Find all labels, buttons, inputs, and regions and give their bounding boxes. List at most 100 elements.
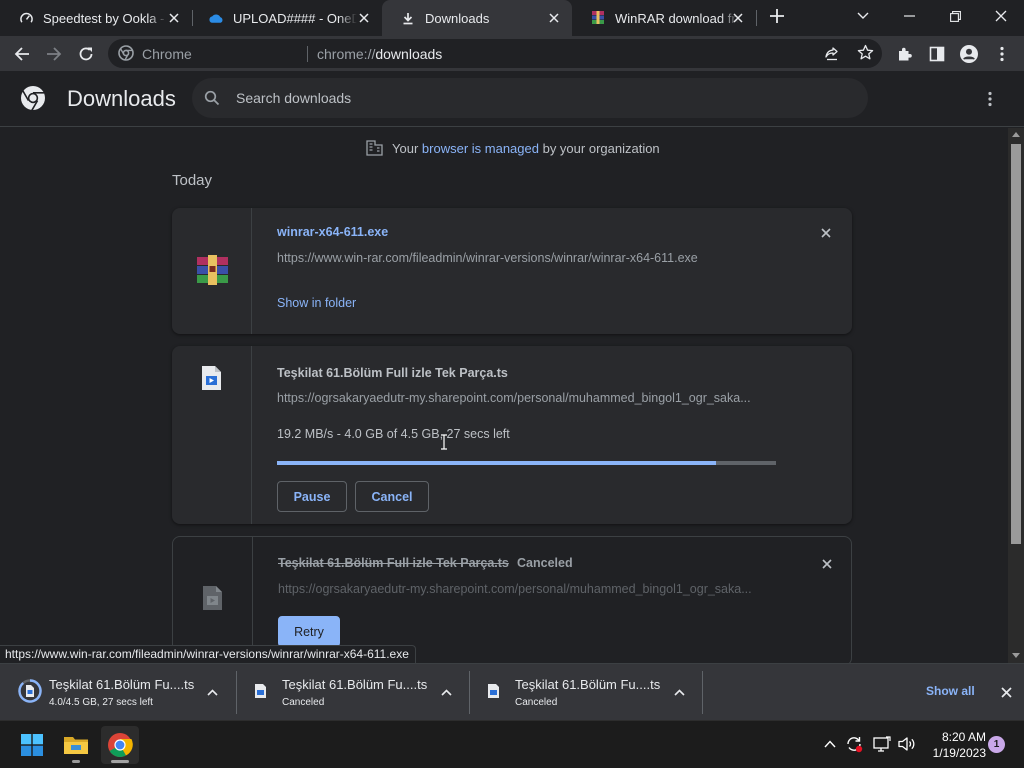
close-tab-icon[interactable] <box>730 10 746 26</box>
download-card: winrar-x64-611.exe https://www.win-rar.c… <box>172 208 852 334</box>
tab-title: UPLOAD#### - OneDrive <box>233 10 357 26</box>
file-url[interactable]: https://www.win-rar.com/fileadmin/winrar… <box>277 251 698 265</box>
video-file-icon <box>202 585 223 611</box>
chevron-up-icon[interactable] <box>670 683 688 701</box>
restore-button[interactable] <box>932 0 978 32</box>
remove-download-icon[interactable] <box>816 223 836 243</box>
close-window-button[interactable] <box>978 0 1024 32</box>
winrar-file-icon <box>196 254 229 286</box>
clock-date: 1/19/2023 <box>932 746 986 760</box>
shelf-item[interactable]: Teşkilat 61.Bölüm Fu....ts Canceled <box>473 670 699 715</box>
tab-title: Downloads <box>425 10 490 26</box>
close-tab-icon[interactable] <box>356 10 372 26</box>
page-title: Downloads <box>67 86 176 111</box>
date-heading: Today <box>172 172 213 189</box>
pause-button[interactable]: Pause <box>277 481 347 512</box>
tab-downloads[interactable]: Downloads <box>382 0 572 36</box>
address-bar[interactable]: Chrome chrome://downloads <box>108 39 882 68</box>
download-progress-icon <box>18 679 42 703</box>
tab-search-button[interactable] <box>840 0 886 32</box>
sync-icon[interactable] <box>843 733 865 755</box>
profile-avatar-icon[interactable] <box>954 39 984 69</box>
tab-onedrive[interactable]: UPLOAD#### - OneDrive <box>190 0 382 36</box>
show-all-button[interactable]: Show all <box>926 684 975 698</box>
close-tab-icon[interactable] <box>546 10 562 26</box>
close-shelf-icon[interactable] <box>996 682 1016 702</box>
managed-notice: Your browser is managed by your organiza… <box>366 140 660 156</box>
chrome-taskbar[interactable] <box>101 726 139 764</box>
start-button[interactable] <box>13 726 51 764</box>
active-indicator <box>111 760 129 763</box>
reload-button[interactable] <box>71 39 101 69</box>
video-file-icon <box>254 683 267 699</box>
canceled-label: Canceled <box>517 556 573 570</box>
shelf-item-name: Teşkilat 61.Bölüm Fu....ts <box>282 677 428 692</box>
share-icon[interactable] <box>824 45 840 61</box>
site-label: Chrome <box>142 46 192 62</box>
shelf-item-name: Teşkilat 61.Bölüm Fu....ts <box>515 677 661 692</box>
tab-winrar[interactable]: WinRAR download free and support <box>572 0 756 36</box>
back-button[interactable] <box>7 39 37 69</box>
file-explorer-taskbar[interactable] <box>57 726 95 764</box>
tab-speedtest[interactable]: Speedtest by Ookla - The Global Broadban… <box>0 0 192 36</box>
browser-menu-icon[interactable] <box>987 39 1017 69</box>
scrollbar-thumb[interactable] <box>1011 144 1021 544</box>
side-panel-icon[interactable] <box>922 39 952 69</box>
file-icon-column <box>172 208 252 334</box>
download-card: Teşkilat 61.Bölüm Full izle Tek Parça.ts… <box>172 536 852 663</box>
progress-bar <box>277 461 776 465</box>
chevron-up-icon[interactable] <box>437 683 455 701</box>
omnibox-divider <box>307 46 308 62</box>
file-name-link[interactable]: winrar-x64-611.exe <box>277 225 388 239</box>
scroll-up-arrow-icon[interactable] <box>1012 132 1020 137</box>
retry-button[interactable]: Retry <box>278 616 340 647</box>
tab-strip: Speedtest by Ookla - The Global Broadban… <box>0 0 1024 36</box>
forward-button[interactable] <box>39 39 69 69</box>
chevron-up-icon[interactable] <box>203 683 221 701</box>
shelf-divider <box>236 671 237 714</box>
minimize-button[interactable] <box>886 0 932 32</box>
file-icon-column <box>172 346 252 524</box>
remove-download-icon[interactable] <box>817 554 837 574</box>
search-input[interactable] <box>236 88 836 108</box>
extensions-icon[interactable] <box>890 39 920 69</box>
shelf-item-status: Canceled <box>515 697 558 708</box>
running-indicator <box>72 760 80 763</box>
text-cursor-icon <box>440 434 448 450</box>
more-actions-icon[interactable] <box>978 87 1002 111</box>
download-icon <box>400 10 416 26</box>
show-in-folder-link[interactable]: Show in folder <box>277 296 356 310</box>
bookmark-star-icon[interactable] <box>857 44 874 61</box>
file-url: https://ogrsakaryaedutr-my.sharepoint.co… <box>278 582 752 596</box>
file-url[interactable]: https://ogrsakaryaedutr-my.sharepoint.co… <box>277 391 751 405</box>
video-file-icon <box>487 683 500 699</box>
notification-badge[interactable]: 1 <box>988 736 1005 753</box>
close-tab-icon[interactable] <box>166 10 182 26</box>
managed-link[interactable]: browser is managed <box>422 141 539 156</box>
cancel-button[interactable]: Cancel <box>355 481 429 512</box>
shelf-item-status: 4.0/4.5 GB, 27 secs left <box>49 697 153 708</box>
scroll-down-arrow-icon[interactable] <box>1012 653 1020 658</box>
file-name: Teşkilat 61.Bölüm Full izle Tek Parça.ts <box>278 556 509 570</box>
chrome-app-icon <box>107 732 133 758</box>
building-icon <box>366 140 383 156</box>
folder-icon <box>63 734 89 756</box>
shelf-item-name: Teşkilat 61.Bölüm Fu....ts <box>49 677 195 692</box>
show-hidden-icons-chevron-icon[interactable] <box>819 733 841 755</box>
file-name[interactable]: Teşkilat 61.Bölüm Full izle Tek Parça.ts <box>277 366 508 380</box>
shelf-item[interactable]: Teşkilat 61.Bölüm Fu....ts Canceled <box>240 670 466 715</box>
search-icon <box>204 90 220 106</box>
managed-prefix: Your <box>392 140 419 156</box>
download-shelf: Teşkilat 61.Bölüm Fu....ts 4.0/4.5 GB, 2… <box>0 663 1024 720</box>
system-clock[interactable]: 8:20 AM 1/19/2023 <box>922 729 986 761</box>
winrar-icon <box>590 10 606 26</box>
clock-time: 8:20 AM <box>941 730 986 744</box>
shelf-item[interactable]: Teşkilat 61.Bölüm Fu....ts 4.0/4.5 GB, 2… <box>6 670 232 715</box>
display-icon[interactable] <box>871 733 893 755</box>
url-scheme: chrome:// <box>317 46 376 62</box>
new-tab-button[interactable] <box>754 0 800 32</box>
tab-title: Speedtest by Ookla - The Global Broadban… <box>43 10 167 26</box>
vertical-scrollbar[interactable] <box>1008 128 1024 663</box>
search-box[interactable] <box>192 78 868 118</box>
volume-icon[interactable] <box>896 733 918 755</box>
